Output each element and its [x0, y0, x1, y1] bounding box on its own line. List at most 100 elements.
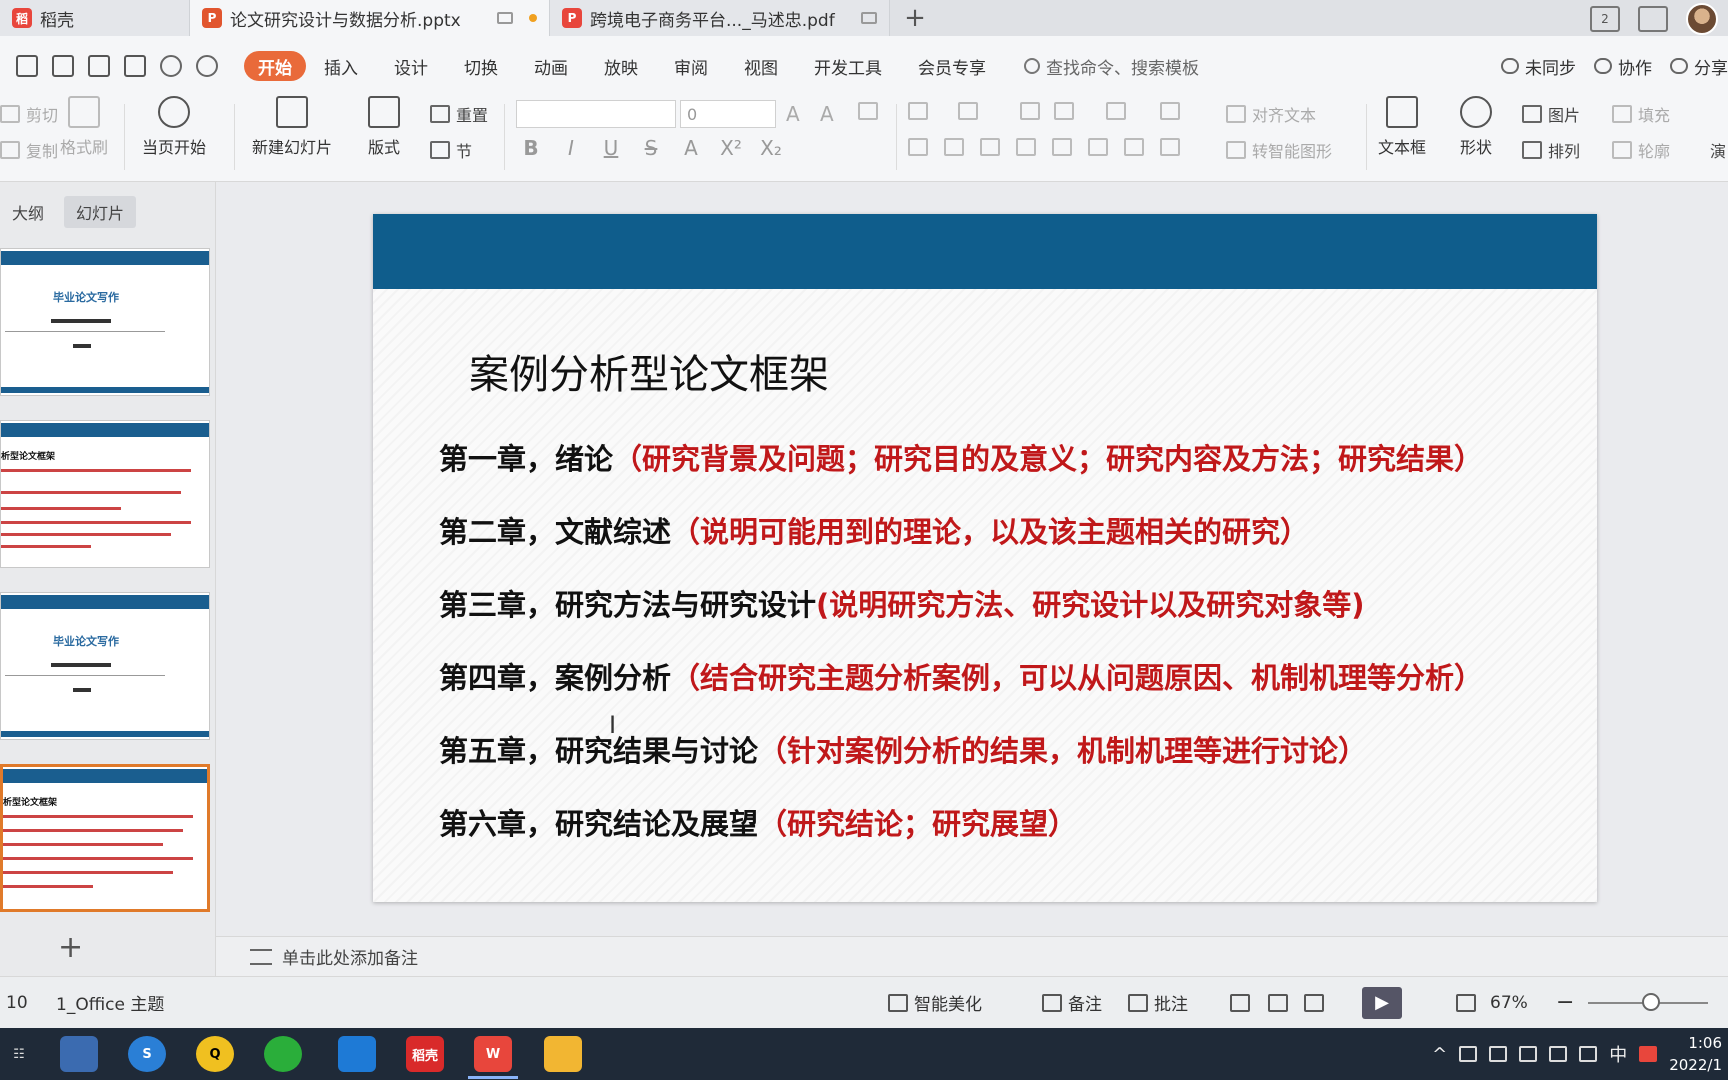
undo-icon[interactable]	[160, 55, 182, 77]
ime-icon[interactable]	[1639, 1046, 1658, 1062]
clear-format-icon[interactable]	[858, 102, 878, 120]
zoom-slider-handle[interactable]	[1642, 993, 1660, 1011]
line-spacing-icon[interactable]	[1088, 138, 1108, 156]
folder-icon[interactable]	[544, 1036, 582, 1072]
normal-view-icon[interactable]	[1230, 993, 1250, 1012]
align-text-button[interactable]: 对齐文本	[1226, 102, 1316, 126]
new-tab-button[interactable]: +	[890, 0, 940, 36]
chapter-line[interactable]: 第二章，文献综述（说明可能用到的理论，以及该主题相关的研究）	[439, 509, 1309, 551]
print-icon[interactable]	[88, 55, 110, 77]
zoom-out-button[interactable]: −	[1556, 990, 1574, 1015]
microphone-icon[interactable]	[1459, 1046, 1478, 1062]
font-size-select[interactable]: 0	[680, 100, 776, 128]
copy-button[interactable]: 复制	[0, 138, 58, 162]
numbered-list-icon[interactable]	[958, 102, 978, 120]
reading-view-icon[interactable]	[1304, 993, 1324, 1012]
italic-icon[interactable]: I	[560, 136, 582, 160]
play-slideshow-button[interactable]: ▶	[1362, 986, 1402, 1019]
input-language[interactable]: 中	[1609, 1041, 1627, 1067]
menu-design[interactable]: 设计	[376, 51, 446, 81]
chapter-line[interactable]: 第四章，案例分析（结合研究主题分析案例，可以从问题原因、机制机理等分析）	[439, 655, 1483, 697]
align-left-icon[interactable]	[908, 138, 928, 156]
grid-view-icon[interactable]	[1638, 6, 1668, 32]
fit-window-icon[interactable]	[1456, 993, 1476, 1012]
computer-icon[interactable]	[60, 1036, 98, 1072]
volume-icon[interactable]	[1579, 1046, 1598, 1062]
distribute-icon[interactable]	[1052, 138, 1072, 156]
notes-pane[interactable]: 单击此处添加备注	[216, 936, 1728, 976]
play-from-current-button[interactable]: 当页开始	[142, 96, 206, 158]
spacing-more-icon[interactable]	[1160, 138, 1180, 156]
menu-slideshow[interactable]: 放映	[586, 51, 656, 81]
bullet-list-icon[interactable]	[908, 102, 928, 120]
zoom-level[interactable]: 67%	[1490, 993, 1528, 1013]
arrange-button[interactable]: 排列	[1522, 138, 1580, 162]
bold-icon[interactable]: B	[520, 136, 542, 160]
superscript-icon[interactable]: X²	[720, 136, 742, 160]
fill-button[interactable]: 填充	[1612, 102, 1670, 126]
share-button[interactable]: 分享	[1670, 54, 1728, 79]
menu-home[interactable]: 开始	[244, 51, 306, 81]
notes-toggle-button[interactable]: 备注	[1042, 990, 1102, 1015]
tab-daoke[interactable]: 稻 稻壳	[0, 0, 190, 36]
align-center-icon[interactable]	[944, 138, 964, 156]
tray-expand-icon[interactable]: ^	[1432, 1044, 1447, 1065]
smart-beautify-button[interactable]: 智能美化	[888, 990, 982, 1015]
reset-button[interactable]: 重置	[430, 102, 488, 126]
wechat-icon[interactable]	[264, 1036, 302, 1072]
menu-animation[interactable]: 动画	[516, 51, 586, 81]
slide-title[interactable]: 案例分析型论文框架	[469, 342, 829, 400]
slide[interactable]: 案例分析型论文框架 第一章，绪论（研究背景及问题；研究目的及意义；研究内容及方法…	[373, 214, 1597, 902]
command-search[interactable]: 查找命令、搜索模板	[1024, 54, 1199, 79]
increase-indent-icon[interactable]	[1054, 102, 1074, 120]
font-name-select[interactable]	[516, 100, 676, 128]
menu-insert[interactable]: 插入	[306, 51, 376, 81]
decrease-indent-icon[interactable]	[1020, 102, 1040, 120]
smart-art-button[interactable]: 转智能图形	[1226, 138, 1332, 162]
add-slide-button[interactable]: +	[58, 930, 83, 965]
task-view-icon[interactable]: ☷	[0, 1036, 38, 1072]
save-icon[interactable]	[16, 55, 38, 77]
outline-button[interactable]: 轮廓	[1612, 138, 1670, 162]
daoke-app-icon[interactable]: 稻壳	[406, 1036, 444, 1072]
font-color-icon[interactable]: A	[680, 136, 702, 160]
qq-icon[interactable]: Q	[196, 1036, 234, 1072]
new-slide-button[interactable]: 新建幻灯片	[252, 96, 332, 158]
clock[interactable]: 1:06 2022/1	[1669, 1032, 1722, 1076]
chapter-line[interactable]: 第三章，研究方法与研究设计(说明研究方法、研究设计以及研究对象等)	[439, 582, 1365, 624]
avatar[interactable]	[1686, 3, 1718, 35]
comment-button[interactable]: 批注	[1128, 990, 1188, 1015]
font-grow-icon[interactable]: A	[786, 102, 800, 126]
slide-thumbnail[interactable]: 毕业论文写作	[0, 592, 210, 740]
print-preview-icon[interactable]	[124, 55, 146, 77]
strikethrough-icon[interactable]: S	[640, 136, 662, 160]
picture-button[interactable]: 图片	[1522, 102, 1580, 126]
wps-icon[interactable]: W	[474, 1036, 512, 1072]
align-right-icon[interactable]	[980, 138, 1000, 156]
browser-icon[interactable]: S	[128, 1036, 166, 1072]
chapter-line[interactable]: 第一章，绪论（研究背景及问题；研究目的及意义；研究内容及方法；研究结果）	[439, 436, 1483, 478]
chapter-line[interactable]: 第六章，研究结论及展望（研究结论；研究展望）	[439, 801, 1077, 843]
layout-button[interactable]: 版式	[368, 96, 400, 158]
slide-thumbnail-selected[interactable]: 析型论文框架	[0, 764, 210, 912]
format-painter-button[interactable]: 格式刷	[60, 96, 108, 158]
section-button[interactable]: 节	[430, 138, 472, 162]
monitor-icon[interactable]	[497, 12, 513, 24]
tab-slides[interactable]: 幻灯片	[64, 196, 137, 228]
textbox-button[interactable]: 文本框	[1378, 96, 1426, 158]
sync-status-button[interactable]: 未同步	[1501, 54, 1576, 79]
sort-icon[interactable]	[1160, 102, 1180, 120]
subscript-icon[interactable]: X₂	[760, 136, 782, 160]
menu-transition[interactable]: 切换	[446, 51, 516, 81]
sorter-view-icon[interactable]	[1268, 993, 1288, 1012]
tab-pptx[interactable]: P 论文研究设计与数据分析.pptx	[190, 0, 550, 36]
underline-icon[interactable]: U	[600, 136, 622, 160]
tab-pdf[interactable]: P 跨境电子商务平台..._马述忠.pdf	[550, 0, 890, 36]
export-icon[interactable]	[52, 55, 74, 77]
menu-review[interactable]: 审阅	[656, 51, 726, 81]
shape-button[interactable]: 形状	[1460, 96, 1492, 158]
tab-outline[interactable]: 大纲	[0, 196, 56, 228]
monitor-icon[interactable]	[861, 12, 877, 24]
battery-icon[interactable]	[1519, 1046, 1538, 1062]
wechat-tray-icon[interactable]	[1489, 1046, 1508, 1062]
